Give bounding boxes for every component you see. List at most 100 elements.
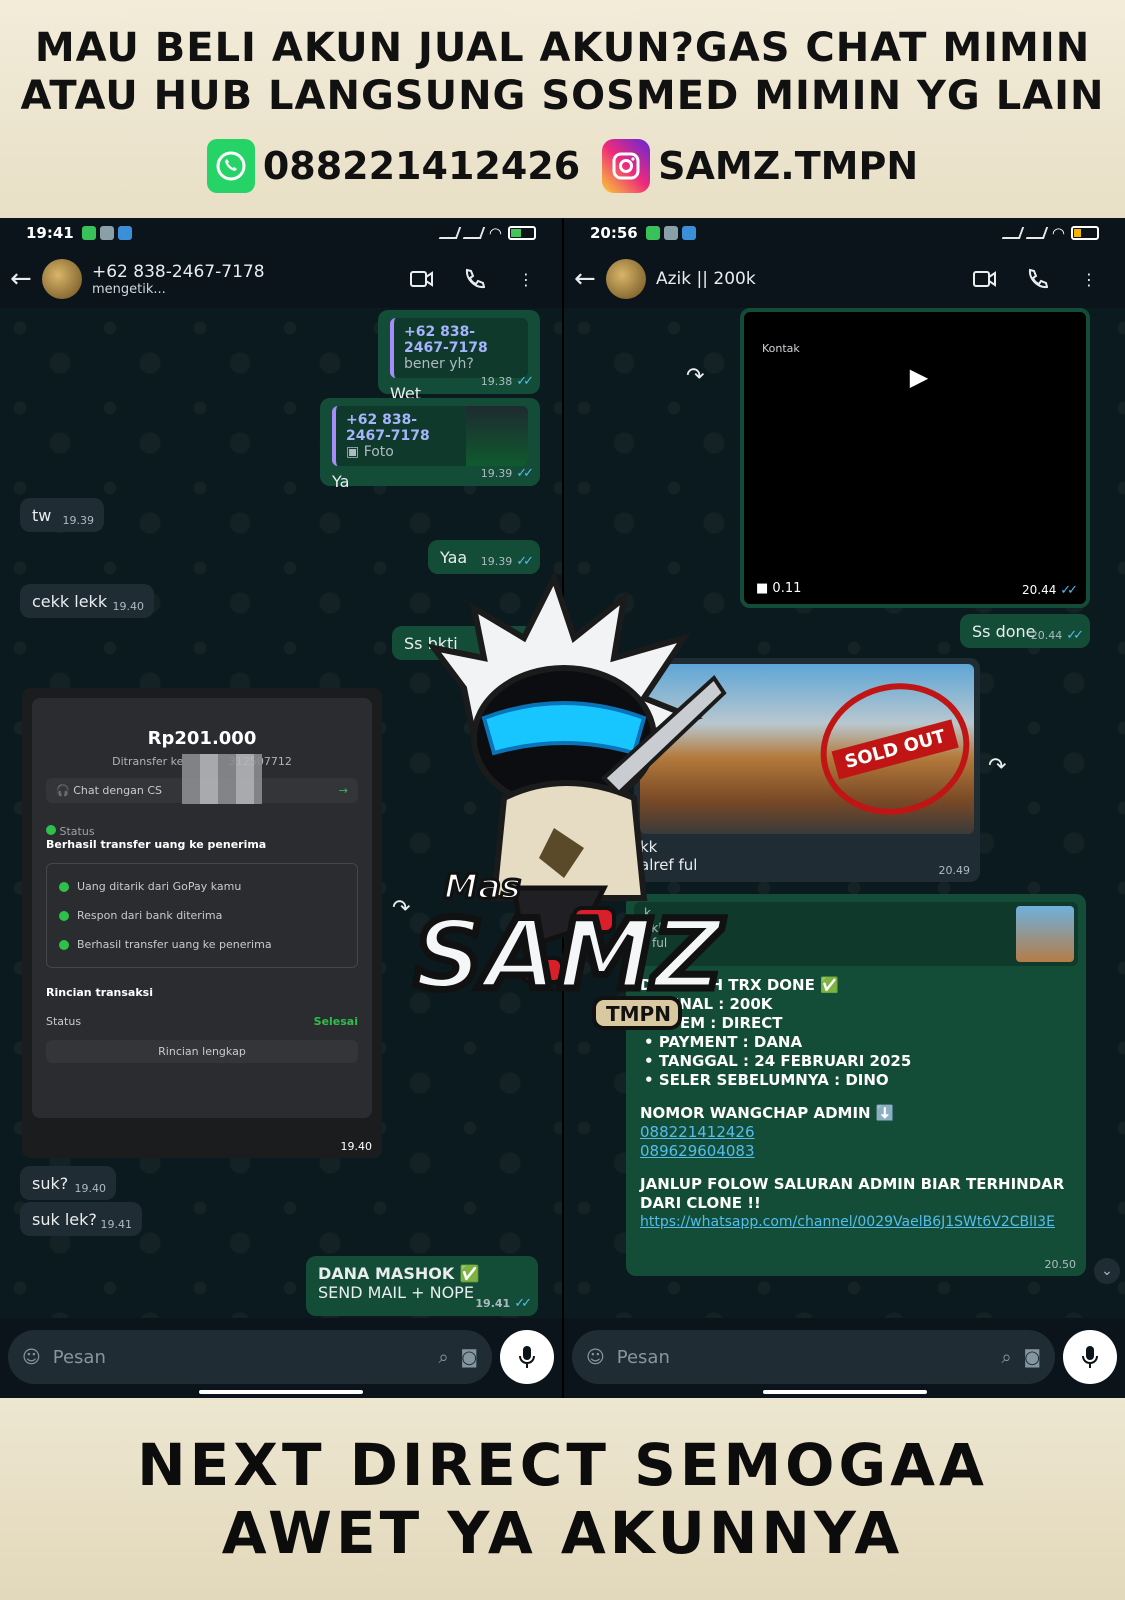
home-indicator bbox=[199, 1390, 363, 1394]
message-time: 19.38 bbox=[480, 375, 513, 388]
step-item: Uang ditarik dari GoPay kamu bbox=[59, 872, 345, 901]
quoted-message[interactable]: +62 838-2467-7178 bener yh? bbox=[390, 318, 528, 378]
camera-icon[interactable]: ◙ bbox=[1024, 1347, 1041, 1368]
voice-call-icon[interactable] bbox=[1025, 267, 1049, 291]
signal-icon bbox=[1001, 227, 1025, 239]
footer-line-1: NEXT DIRECT SEMOGAA bbox=[137, 1431, 988, 1499]
message-bubble[interactable]: cekk lekk 19.40 bbox=[20, 584, 154, 618]
whatsapp-icon bbox=[206, 139, 255, 193]
message-bubble[interactable]: Ss done 20.44 ✓✓ bbox=[960, 614, 1090, 648]
message-bubble[interactable]: tw 19.39 bbox=[20, 498, 104, 532]
step-item: Berhasil transfer uang ke penerima bbox=[59, 930, 345, 959]
video-duration: ■ 0.11 bbox=[756, 581, 802, 596]
message-time: 20.44 bbox=[1030, 629, 1063, 642]
quoted-thumbnail bbox=[466, 406, 528, 466]
step-item: Respon dari bank diterima bbox=[59, 901, 345, 930]
admin-number-link[interactable]: 089629604083 bbox=[640, 1142, 1072, 1161]
video-message[interactable]: Kontak ▶ ■ 0.11 20.44 ✓✓ bbox=[740, 308, 1090, 608]
message-bubble[interactable]: +62 838-2467-7178 ▣ Foto Ya 19.39 ✓✓ bbox=[320, 398, 540, 491]
message-meta: 20.44 ✓✓ bbox=[1022, 583, 1078, 598]
camera-icon[interactable]: ◙ bbox=[461, 1347, 478, 1368]
mic-button[interactable] bbox=[1063, 1330, 1117, 1384]
back-arrow-icon[interactable]: ← bbox=[10, 264, 36, 294]
message-text: suk? bbox=[32, 1174, 69, 1193]
chat-header: ← Azik || 200k ⋮ bbox=[564, 250, 1125, 308]
contact-info[interactable]: +62 838-2467-7178 mengetik... bbox=[92, 262, 265, 297]
message-time: 20.50 bbox=[1044, 1258, 1077, 1271]
message-time: 20.44 bbox=[1022, 583, 1057, 597]
message-bubble[interactable]: suk? 19.40 bbox=[20, 1166, 116, 1200]
message-time: 19.41 bbox=[100, 1218, 133, 1231]
typing-status: mengetik... bbox=[92, 281, 166, 297]
play-icon[interactable]: ▶ bbox=[894, 352, 944, 402]
forward-icon[interactable]: ↷ bbox=[988, 754, 1006, 779]
message-meta: 19.41 bbox=[101, 1218, 133, 1231]
attach-icon[interactable]: ⌕ bbox=[438, 1347, 448, 1368]
message-time: 19.40 bbox=[74, 1182, 107, 1195]
payment-receipt-image[interactable]: Rp201.000 Ditransfer ke 312507712 🎧 Chat… bbox=[22, 688, 382, 1158]
quoted-photo-label: ▣ Foto bbox=[346, 444, 394, 460]
chat-header: ← +62 838-2467-7178 mengetik... ⋮ bbox=[0, 250, 562, 308]
channel-link[interactable]: https://whatsapp.com/channel/0029VaelB6J… bbox=[640, 1213, 1072, 1232]
notification-icons bbox=[645, 226, 696, 240]
admin-number-link[interactable]: 088221412426 bbox=[640, 1123, 1072, 1142]
video-call-icon[interactable] bbox=[973, 267, 997, 291]
arrow-right-icon: → bbox=[338, 784, 348, 797]
quoted-message[interactable]: +62 838-2467-7178 ▣ Foto bbox=[332, 406, 528, 466]
details-title: Rincian transaksi bbox=[46, 986, 153, 999]
status-label: Status bbox=[46, 825, 358, 838]
follow-text: JANLUP FOLOW SALURAN ADMIN BIAR TERHINDA… bbox=[640, 1175, 1065, 1212]
contact-name: Azik || 200k bbox=[656, 269, 756, 289]
message-bubble[interactable]: DANA MASHOK ✅ SEND MAIL + NOPE 19.41 ✓✓ bbox=[306, 1256, 538, 1316]
message-composer: ☺ Pesan ⌕ ◙ bbox=[8, 1330, 554, 1384]
message-text: Yaa bbox=[440, 548, 468, 567]
header-actions: ⋮ bbox=[973, 267, 1115, 291]
step-check-icon bbox=[59, 881, 69, 892]
contact-row: 088221412426 SAMZ.TMPN bbox=[0, 138, 1125, 194]
contact-info[interactable]: Azik || 200k bbox=[656, 269, 756, 289]
contact-name: +62 838-2467-7178 bbox=[92, 261, 265, 282]
status-check-icon bbox=[46, 825, 56, 835]
status-time: 19:41 bbox=[26, 224, 74, 242]
mascot-logo: Mas SAMZ TMPN bbox=[404, 568, 734, 1048]
signal-icon bbox=[438, 227, 462, 239]
more-options-icon[interactable]: ⋮ bbox=[514, 267, 538, 291]
whatsapp-number: 088221412426 bbox=[262, 144, 581, 188]
message-input[interactable]: ☺ Pesan ⌕ ◙ bbox=[8, 1330, 492, 1384]
input-placeholder: Pesan bbox=[616, 1346, 670, 1368]
battery-icon bbox=[1071, 226, 1099, 240]
message-text: suk lek? bbox=[32, 1210, 97, 1229]
mic-button[interactable] bbox=[500, 1330, 554, 1384]
sticker-icon[interactable]: ☺ bbox=[22, 1347, 41, 1368]
message-input[interactable]: ☺ Pesan ⌕ ◙ bbox=[572, 1330, 1055, 1384]
admin-title: NOMOR WANGCHAP ADMIN ⬇️ bbox=[640, 1104, 895, 1122]
details-link[interactable]: Rincian lengkap bbox=[46, 1040, 358, 1063]
status-value: Berhasil transfer uang ke penerima bbox=[46, 838, 267, 851]
whatsapp-contact: 088221412426 bbox=[206, 139, 581, 193]
headset-icon: 🎧 bbox=[56, 784, 74, 797]
instagram-contact: SAMZ.TMPN bbox=[602, 139, 918, 193]
quoted-sender: +62 838-2467-7178 bbox=[346, 412, 430, 444]
forward-icon[interactable]: ↷ bbox=[686, 364, 704, 389]
more-options-icon[interactable]: ⋮ bbox=[1077, 267, 1101, 291]
message-text: tw bbox=[32, 506, 52, 525]
video-call-icon[interactable] bbox=[410, 267, 434, 291]
message-bubble[interactable]: +62 838-2467-7178 bener yh? Wet 19.38 ✓✓ bbox=[378, 310, 540, 403]
video-preview-label: Kontak bbox=[762, 342, 800, 355]
signal-icon bbox=[462, 227, 486, 239]
scroll-down-icon[interactable]: ⌄ bbox=[1094, 1258, 1120, 1284]
message-text: Ya bbox=[332, 472, 350, 491]
sticker-icon[interactable]: ☺ bbox=[586, 1347, 605, 1368]
message-time: 19.41 bbox=[475, 1297, 511, 1310]
headline-line-2: ATAU HUB LANGSUNG SOSMED MIMIN YG LAIN bbox=[20, 73, 1105, 119]
avatar[interactable] bbox=[42, 259, 82, 299]
avatar[interactable] bbox=[606, 259, 646, 299]
voice-call-icon[interactable] bbox=[462, 267, 486, 291]
instagram-icon bbox=[602, 139, 651, 193]
message-composer: ☺ Pesan ⌕ ◙ bbox=[572, 1330, 1117, 1384]
back-arrow-icon[interactable]: ← bbox=[574, 264, 600, 294]
message-bubble[interactable]: suk lek? 19.41 bbox=[20, 1202, 142, 1236]
attach-icon[interactable]: ⌕ bbox=[1001, 1347, 1011, 1368]
message-meta: 19.40 bbox=[113, 600, 145, 613]
message-text: DANA MASHOK ✅ bbox=[318, 1264, 480, 1283]
